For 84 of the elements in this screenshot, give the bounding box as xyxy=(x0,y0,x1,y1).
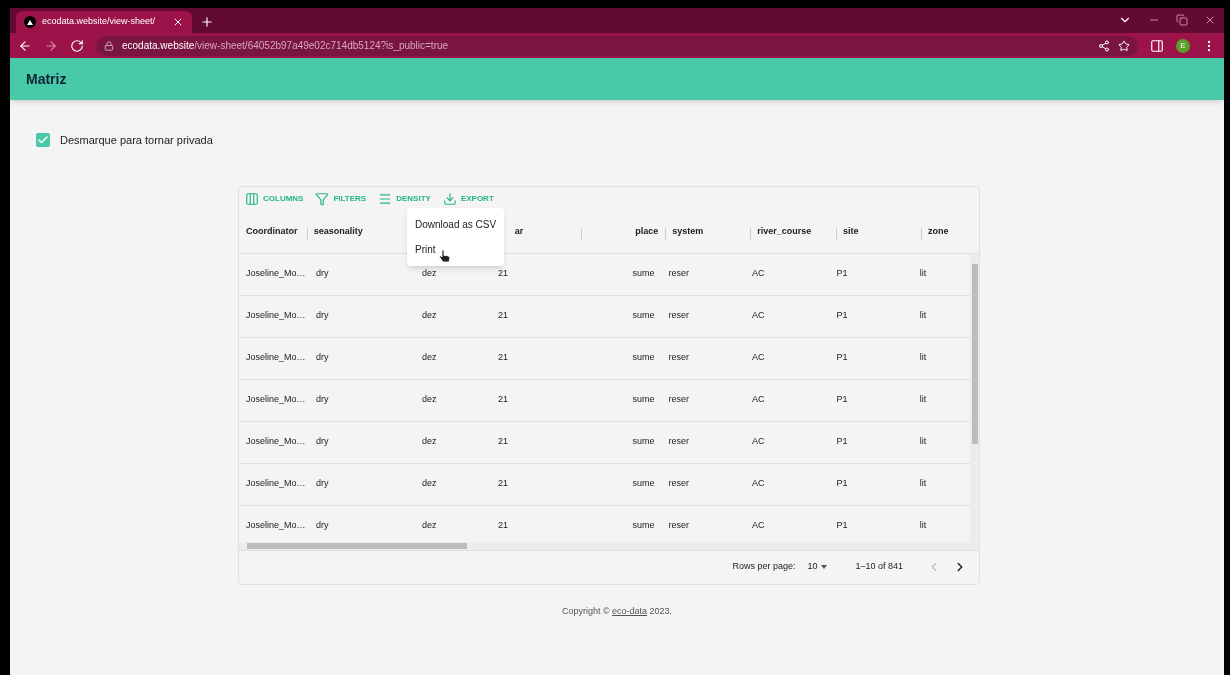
table-cell: AC xyxy=(752,519,765,533)
table-cell: lit xyxy=(919,477,927,491)
table-cell: dez xyxy=(421,435,437,449)
table-cell: Joseline_Mo… xyxy=(246,351,306,365)
table-cell: reser xyxy=(668,435,690,449)
table-cell: Joseline_Mo… xyxy=(246,267,306,281)
table-cell: dez xyxy=(421,267,437,281)
tab-title: ecodata.website/view-sheet/ xyxy=(42,15,157,29)
table-cell: Joseline_Mo… xyxy=(246,309,306,323)
app-title: Matriz xyxy=(26,69,67,89)
table-cell: dez xyxy=(421,309,437,323)
column-header[interactable]: Coordinator xyxy=(246,224,298,239)
table-cell: lit xyxy=(919,435,927,449)
table-cell: AC xyxy=(752,267,765,281)
table-cell: 21 xyxy=(497,519,508,533)
table-cell: Joseline_Mo… xyxy=(246,477,306,491)
table-cell: sume xyxy=(632,267,655,281)
table-cell: dry xyxy=(316,309,329,323)
table-cell: dez xyxy=(421,351,437,365)
column-header[interactable]: zone xyxy=(927,224,949,239)
table-cell: AC xyxy=(752,351,765,365)
table-cell: dry xyxy=(316,351,329,365)
table-cell: P1 xyxy=(836,393,848,407)
table-cell: dry xyxy=(316,435,329,449)
eco-data-link[interactable]: eco-data xyxy=(612,605,648,616)
column-header[interactable]: site xyxy=(843,224,859,239)
checkbox-label: Desmarque para tornar privada xyxy=(60,133,213,148)
copyright-text: Copyright © eco-data 2023. xyxy=(561,604,673,618)
table-cell: P1 xyxy=(836,267,848,281)
table-cell: AC xyxy=(752,477,765,491)
table-cell: sume xyxy=(632,435,655,449)
table-cell: AC xyxy=(752,309,765,323)
column-header[interactable]: ar xyxy=(514,224,524,239)
page-range: 1–10 of 841 xyxy=(855,560,903,574)
table-cell: lit xyxy=(919,393,927,407)
table-cell: sume xyxy=(632,477,655,491)
table-cell: dez xyxy=(421,393,437,407)
column-header[interactable]: river_course xyxy=(757,224,812,239)
table-cell: lit xyxy=(919,351,927,365)
rows-per-page-select[interactable]: 10 xyxy=(807,560,828,574)
table-cell: lit xyxy=(919,267,927,281)
column-header[interactable]: place xyxy=(635,224,659,239)
table-cell: AC xyxy=(752,435,765,449)
table-cell: 21 xyxy=(497,435,508,449)
table-cell: reser xyxy=(668,393,690,407)
table-cell: dez xyxy=(421,477,437,491)
table-cell: 21 xyxy=(497,351,508,365)
table-cell: sume xyxy=(632,519,655,533)
table-cell: dry xyxy=(316,393,329,407)
table-cell: reser xyxy=(668,519,690,533)
table-cell: reser xyxy=(668,477,690,491)
address-bar[interactable]: ecodata.website/view-sheet/64052b97a49e02c714db5124?is_public=true xyxy=(96,35,1138,56)
table-cell: P1 xyxy=(836,309,848,323)
menu-item[interactable]: Download as CSV xyxy=(407,211,505,237)
table-cell: 21 xyxy=(497,393,508,407)
table-cell: P1 xyxy=(836,519,848,533)
table-cell: sume xyxy=(632,309,655,323)
table-cell: P1 xyxy=(836,477,848,491)
table-cell: dez xyxy=(421,519,437,533)
table-cell: AC xyxy=(752,393,765,407)
menu-item[interactable]: Print xyxy=(407,236,505,262)
table-cell: reser xyxy=(668,267,690,281)
table-cell: 21 xyxy=(497,477,508,491)
table-cell: sume xyxy=(632,393,655,407)
column-header[interactable]: system xyxy=(672,224,704,239)
table-cell: lit xyxy=(919,309,927,323)
table-cell: reser xyxy=(668,309,690,323)
table-cell: P1 xyxy=(836,435,848,449)
browser-tab[interactable]: ecodata.website/view-sheet/ xyxy=(16,11,192,33)
table-cell: 21 xyxy=(497,267,508,281)
table-cell: 21 xyxy=(497,309,508,323)
table-cell: lit xyxy=(919,519,927,533)
table-cell: Joseline_Mo… xyxy=(246,435,306,449)
table-cell: Joseline_Mo… xyxy=(246,519,306,533)
table-cell: Joseline_Mo… xyxy=(246,393,306,407)
column-header[interactable]: seasonality xyxy=(313,224,363,239)
table-cell: sume xyxy=(632,351,655,365)
table-cell: P1 xyxy=(836,351,848,365)
table-cell: reser xyxy=(668,351,690,365)
table-cell: dry xyxy=(316,267,329,281)
table-cell: dry xyxy=(316,519,329,533)
table-cell: dry xyxy=(316,477,329,491)
rows-per-page-label: Rows per page: xyxy=(732,560,796,574)
url-text: ecodata.website/view-sheet/64052b97a49e02c714db5124?is_public=true xyxy=(122,39,449,53)
